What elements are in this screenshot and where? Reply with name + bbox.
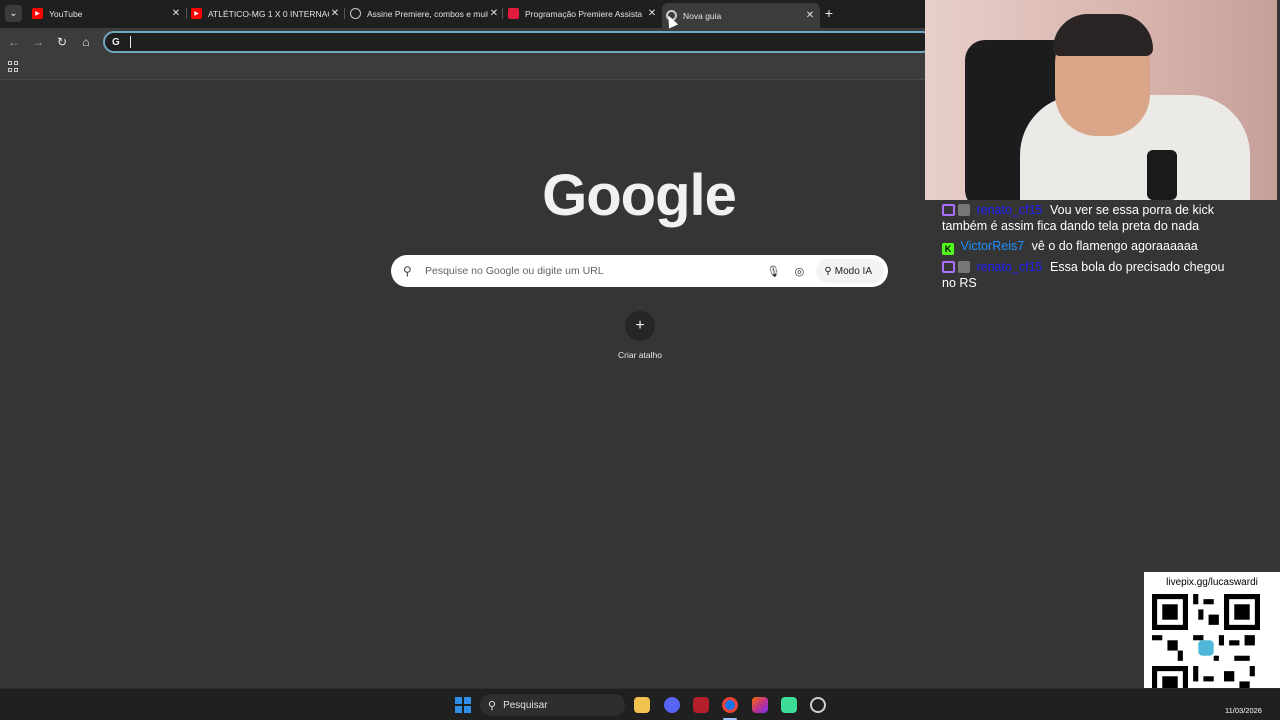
windows-start-icon[interactable] xyxy=(455,697,471,713)
tab-youtube[interactable]: ▶ YouTube ✕ xyxy=(28,3,186,24)
chat-username: renato_cf15 xyxy=(976,260,1043,274)
forward-button[interactable]: → xyxy=(29,33,47,51)
home-button[interactable]: ⌂ xyxy=(77,33,95,51)
settings-icon[interactable] xyxy=(810,697,826,713)
youtube-icon: ▶ xyxy=(191,8,202,19)
video-editor-icon[interactable] xyxy=(693,697,709,713)
close-icon[interactable]: ✕ xyxy=(646,8,658,19)
subscriber-badge-icon xyxy=(958,261,970,273)
tab-title: Nova guia xyxy=(683,10,722,21)
tab-strip: ⌄ ▶ YouTube ✕ ▶ ATLÉTICO-MG 1 X 0 INTERN… xyxy=(0,0,925,28)
browser-toolbar: ← → ↻ ⌂ G xyxy=(0,28,933,56)
google-icon: G xyxy=(112,36,120,48)
tab-atletico-internacional[interactable]: ▶ ATLÉTICO-MG 1 X 0 INTERNACIONAL ✕ xyxy=(187,3,345,24)
discord-icon[interactable] xyxy=(664,697,680,713)
google-search-box[interactable]: ⚲ Pesquise no Google ou digite um URL 🎙 … xyxy=(391,255,888,287)
address-bar[interactable]: G xyxy=(103,31,933,53)
tab-programacao-premiere[interactable]: Programação Premiere Assista ✕ xyxy=(504,3,662,24)
globe-icon xyxy=(350,8,361,19)
taskbar-search-label: Pesquisar xyxy=(503,699,548,711)
kick-icon: K xyxy=(942,243,954,255)
browser-window: ⌄ ▶ YouTube ✕ ▶ ATLÉTICO-MG 1 X 0 INTERN… xyxy=(0,0,933,688)
plus-icon[interactable]: + xyxy=(625,311,655,341)
microphone-icon[interactable]: 🎙 xyxy=(766,265,780,278)
text-caret xyxy=(130,36,131,48)
windows-taskbar: ⚲ Pesquisar 11/03/2026 xyxy=(0,688,1280,720)
twitch-icon xyxy=(942,261,955,273)
game-icon[interactable] xyxy=(752,697,768,713)
tab-title: Programação Premiere Assista xyxy=(525,8,643,19)
close-icon[interactable]: ✕ xyxy=(170,8,182,19)
app-icon[interactable] xyxy=(781,697,797,713)
chat-message: K VictorReis7 vê o do flamengo agoraaaaa… xyxy=(942,239,1232,255)
close-icon[interactable]: ✕ xyxy=(488,8,500,19)
close-icon[interactable]: ✕ xyxy=(804,10,816,21)
add-shortcut[interactable]: + Criar atalho xyxy=(610,311,670,360)
chat-username: VictorReis7 xyxy=(960,239,1025,253)
twitch-icon xyxy=(942,204,955,216)
chrome-icon[interactable] xyxy=(722,697,738,713)
bookmarks-bar xyxy=(0,56,925,80)
file-explorer-icon[interactable] xyxy=(634,697,650,713)
new-tab-page: Google ⚲ Pesquise no Google ou digite um… xyxy=(0,80,925,688)
shortcut-label: Criar atalho xyxy=(618,350,662,360)
tab-title: ATLÉTICO-MG 1 X 0 INTERNACIONAL xyxy=(208,8,329,19)
chat-message: renato_cf15 Essa bola do precisado chego… xyxy=(942,260,1232,291)
webcam-streamer-hair xyxy=(1053,14,1153,56)
tab-title: Assine Premiere, combos e muito mais xyxy=(367,8,488,19)
chat-message: renato_cf15 Vou ver se essa porra de kic… xyxy=(942,203,1232,234)
webcam-feed xyxy=(925,0,1277,200)
ai-search-icon: ⚲ xyxy=(824,265,832,277)
chat-text: vê o do flamengo agoraaaaaa xyxy=(1031,239,1198,253)
apps-grid-icon[interactable] xyxy=(8,61,19,72)
screen: ⌄ ▶ YouTube ✕ ▶ ATLÉTICO-MG 1 X 0 INTERN… xyxy=(0,0,1280,720)
reload-button[interactable]: ↻ xyxy=(53,33,71,51)
taskbar-date: 11/03/2026 xyxy=(1225,706,1262,715)
qr-code-icon xyxy=(1152,594,1260,702)
google-lens-icon[interactable]: ◎ xyxy=(792,265,806,278)
qr-label: livepix.gg/lucaswardi xyxy=(1166,577,1258,588)
search-input[interactable]: Pesquise no Google ou digite um URL xyxy=(425,265,766,277)
chat-overlay: renato_cf15 Vou ver se essa porra de kic… xyxy=(942,203,1232,296)
stream-overlay: renato_cf15 Vou ver se essa porra de kic… xyxy=(925,0,1280,706)
subscriber-badge-icon xyxy=(958,204,970,216)
close-icon[interactable]: ✕ xyxy=(329,8,341,19)
tab-search-button[interactable]: ⌄ xyxy=(5,5,22,22)
premiere-icon xyxy=(508,8,519,19)
ai-mode-label: Modo IA xyxy=(834,265,872,277)
ai-mode-button[interactable]: ⚲ Modo IA xyxy=(816,259,884,283)
tab-assine-premiere[interactable]: Assine Premiere, combos e muito mais ✕ xyxy=(346,3,504,24)
search-icon: ⚲ xyxy=(488,699,497,712)
webcam-microphone xyxy=(1147,150,1177,200)
tab-title: YouTube xyxy=(49,8,83,19)
tab-divider xyxy=(344,8,345,19)
new-tab-button[interactable]: + xyxy=(822,6,836,20)
youtube-icon: ▶ xyxy=(32,8,43,19)
tab-divider xyxy=(502,8,503,19)
taskbar-search[interactable]: ⚲ Pesquisar xyxy=(480,694,625,716)
chat-username: renato_cf15 xyxy=(976,203,1043,217)
back-button[interactable]: ← xyxy=(5,33,23,51)
livepix-qr-panel: livepix.gg/lucaswardi xyxy=(1144,572,1280,706)
tab-nova-guia[interactable]: Nova guia ✕ xyxy=(662,3,820,28)
search-icon: ⚲ xyxy=(403,264,412,278)
